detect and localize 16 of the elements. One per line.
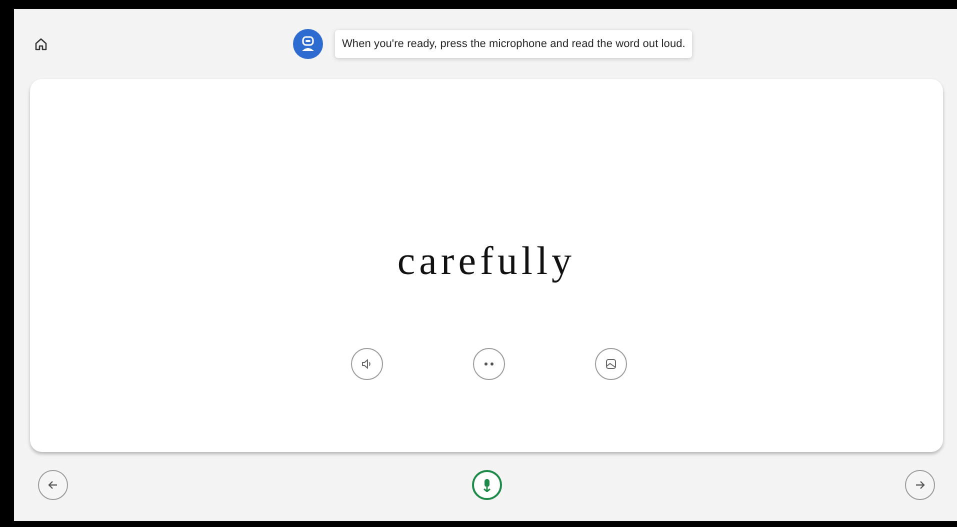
arrow-left-icon	[47, 478, 59, 490]
arrow-right-icon	[914, 478, 926, 490]
microphone-button[interactable]	[472, 470, 502, 500]
back-button[interactable]	[38, 470, 68, 500]
assistant-avatar	[293, 29, 323, 59]
dots-icon	[482, 361, 494, 367]
home-icon	[34, 37, 48, 51]
picture-dictionary-button[interactable]	[594, 348, 626, 380]
instruction-tooltip: When you're ready, press the microphone and read the word out loud.	[335, 30, 692, 58]
syllables-button[interactable]	[472, 348, 504, 380]
listen-button[interactable]	[350, 348, 382, 380]
image-icon	[604, 358, 616, 370]
next-button[interactable]	[905, 470, 935, 500]
reading-word: carefully	[397, 241, 576, 281]
speaker-icon	[360, 358, 372, 370]
microphone-icon	[480, 478, 492, 492]
